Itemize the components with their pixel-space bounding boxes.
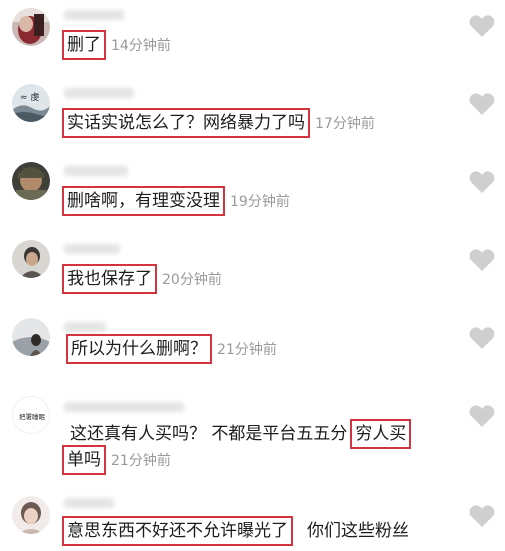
timestamp: 19分钟前 [230,194,290,210]
avatar[interactable] [12,162,50,200]
comment-line: 实话实说怎么了？网络暴力了吗 17分钟前 [62,108,375,138]
comment-item: ≈ 虔 实话实说怎么了？网络暴力了吗 17分钟前 [0,78,505,153]
username[interactable] [64,322,106,332]
avatar[interactable] [12,496,50,534]
avatar[interactable] [12,240,50,278]
timestamp: 17分钟前 [315,116,375,132]
avatar-label: 把署睡眠 [19,412,46,421]
comment-text-highlight: 穷人买 [350,419,412,449]
username[interactable] [64,244,120,254]
comment-text: 删啥啊，有理变没理 [62,186,225,216]
comment-text: 意思东西不好还不允许曝光了 [62,516,293,546]
heart-icon[interactable] [469,504,495,528]
timestamp: 14分钟前 [111,38,171,54]
timestamp: 21分钟前 [111,453,171,469]
comment-line: 删啥啊，有理变没理 19分钟前 [62,186,290,216]
comment-item: 意思东西不好还不允许曝光了 你们这些粉丝 [0,490,505,551]
username[interactable] [64,498,114,508]
comment-text: 实话实说怎么了？网络暴力了吗 [62,108,310,138]
comment-line: 所以为什么删啊？ 21分钟前 [66,334,277,364]
comment-text: 你们这些粉丝 [307,521,409,541]
timestamp: 21分钟前 [217,342,277,358]
avatar[interactable]: 把署睡眠 [12,396,50,434]
heart-icon[interactable] [469,248,495,272]
comment-text-highlight: 单吗 [62,445,106,475]
comment-text: 删了 [62,30,106,60]
comment-item: 删了 14分钟前 [0,0,505,75]
username[interactable] [64,10,124,20]
avatar-logo: 把署睡眠 [13,397,49,433]
svg-text:≈ 虔: ≈ 虔 [20,91,39,103]
heart-icon[interactable] [469,326,495,350]
comment-item: 删啥啊，有理变没理 19分钟前 [0,156,505,231]
comment-line: 我也保存了 20分钟前 [62,264,222,294]
comment-line: 意思东西不好还不允许曝光了 你们这些粉丝 [62,516,409,546]
heart-icon[interactable] [469,170,495,194]
heart-icon[interactable] [469,92,495,116]
comment-line: 单吗 21分钟前 [62,445,171,475]
comment-item: 所以为什么删啊？ 21分钟前 [0,312,505,390]
comment-line: 删了 14分钟前 [62,30,171,60]
comment-item: 我也保存了 20分钟前 [0,234,505,309]
timestamp: 20分钟前 [162,272,222,288]
username[interactable] [64,166,128,176]
comment-text: 所以为什么删啊？ [66,334,212,364]
comment-item: 把署睡眠 这还真有人买吗？ 不都是平台五五分 穷人买 单吗 21分钟前 [0,392,505,487]
avatar[interactable]: ≈ 虔 [12,84,50,122]
avatar[interactable] [12,8,50,46]
username[interactable] [64,88,134,98]
heart-icon[interactable] [469,404,495,428]
heart-icon[interactable] [469,14,495,38]
comment-text: 这还真有人买吗？ 不都是平台五五分 [70,424,348,444]
username[interactable] [64,402,184,412]
avatar[interactable] [12,318,50,356]
comment-text: 我也保存了 [62,264,157,294]
